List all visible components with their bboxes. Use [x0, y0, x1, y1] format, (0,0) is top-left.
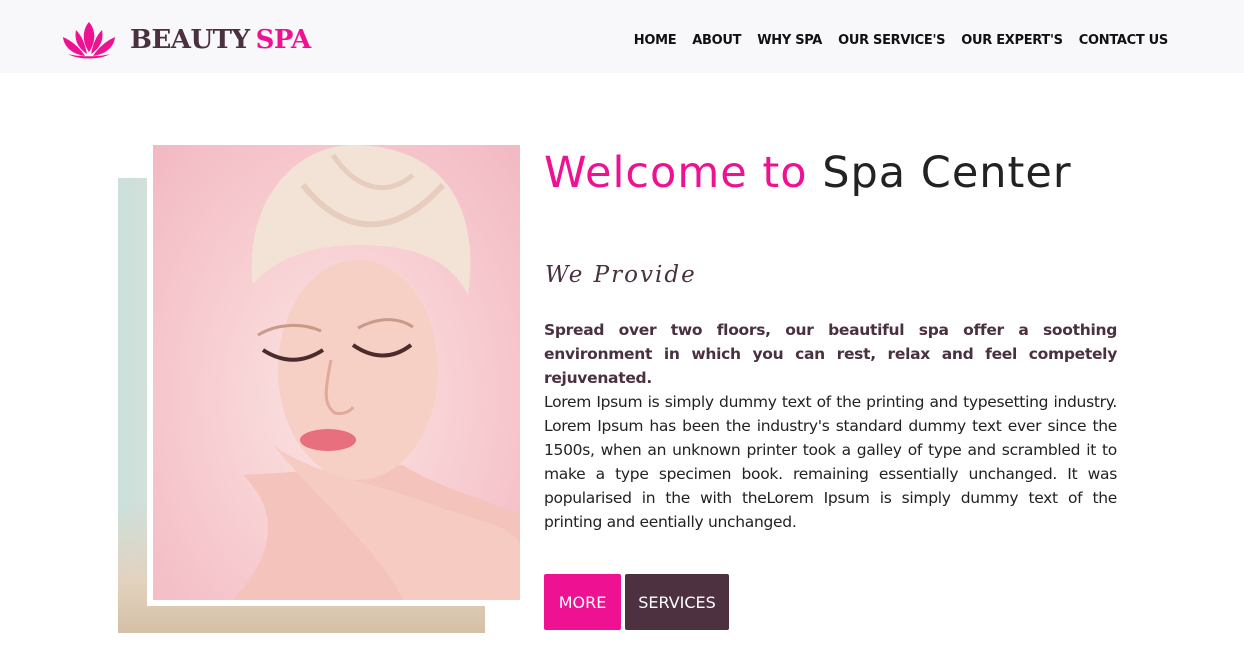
site-header: BEAUTY SPA HOME ABOUT WHY SPA OUR SERVICE… — [0, 0, 1244, 73]
more-button[interactable]: MORE — [544, 574, 621, 630]
lead-paragraph: Spread over two floors, our beautiful sp… — [544, 321, 1117, 387]
nav-why-spa[interactable]: WHY SPA — [757, 33, 822, 48]
brand-word-2: SPA — [255, 25, 312, 55]
body-paragraph: Lorem Ipsum is simply dummy text of the … — [544, 393, 1117, 531]
nav-about[interactable]: ABOUT — [692, 33, 741, 48]
page-title: Welcome to Spa Center — [544, 146, 1124, 200]
main-nav: HOME ABOUT WHY SPA OUR SERVICE'S OUR EXP… — [634, 33, 1169, 48]
title-highlight: Welcome to — [544, 148, 808, 198]
nav-our-services[interactable]: OUR SERVICE'S — [838, 33, 945, 48]
nav-home[interactable]: HOME — [634, 33, 677, 48]
services-button[interactable]: SERVICES — [625, 574, 729, 630]
lotus-icon — [63, 22, 115, 59]
brand-word-1: BEAUTY — [130, 25, 250, 55]
brand-name: BEAUTY SPA — [130, 25, 311, 55]
title-rest: Spa Center — [822, 148, 1072, 198]
woman-illustration — [233, 145, 520, 600]
page-subtitle: We Provide — [545, 262, 697, 288]
nav-contact-us[interactable]: CONTACT US — [1079, 33, 1169, 48]
nav-our-experts[interactable]: OUR EXPERT'S — [961, 33, 1063, 48]
spa-woman-photo — [153, 145, 520, 600]
brand-logo[interactable]: BEAUTY SPA — [60, 20, 311, 60]
